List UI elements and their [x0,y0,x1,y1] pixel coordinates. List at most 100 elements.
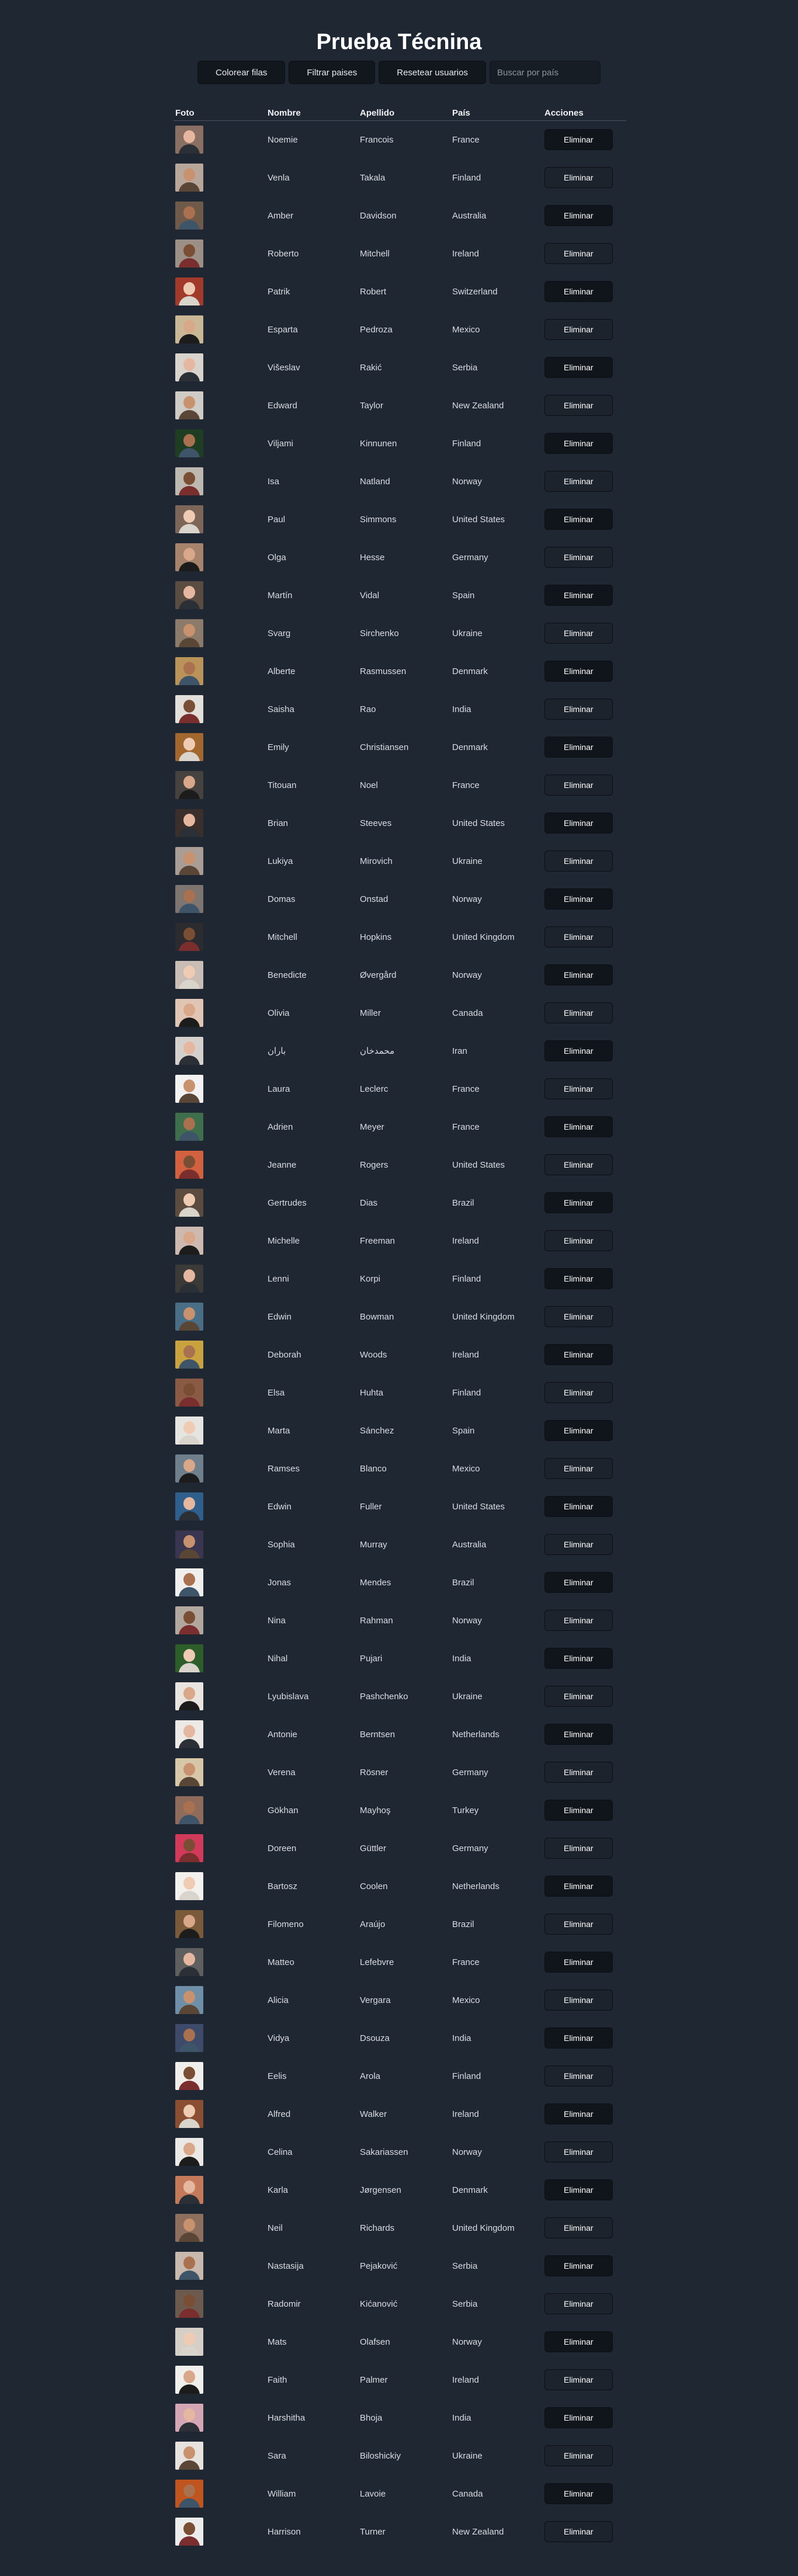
eliminar-button[interactable]: Eliminar [544,1192,613,1213]
avatar [175,2404,203,2432]
cell-pais: United Kingdom [452,932,515,942]
eliminar-button[interactable]: Eliminar [544,1078,613,1099]
eliminar-button[interactable]: Eliminar [544,357,613,378]
eliminar-button[interactable]: Eliminar [544,1572,613,1593]
eliminar-button[interactable]: Eliminar [544,964,613,985]
eliminar-button[interactable]: Eliminar [544,395,613,416]
eliminar-button[interactable]: Eliminar [544,1724,613,1745]
eliminar-button[interactable]: Eliminar [544,2103,613,2124]
eliminar-button[interactable]: Eliminar [544,1914,613,1935]
eliminar-button[interactable]: Eliminar [544,1610,613,1631]
eliminar-button[interactable]: Eliminar [544,2065,613,2087]
filtrar-paises-button[interactable]: Filtrar paises [289,61,376,84]
eliminar-button[interactable]: Eliminar [544,1458,613,1479]
cell-nombre: Isa [268,476,280,487]
eliminar-button[interactable]: Eliminar [544,2369,613,2390]
cell-nombre: Jeanne [268,1159,297,1170]
eliminar-button[interactable]: Eliminar [544,1344,613,1365]
eliminar-button[interactable]: Eliminar [544,471,613,492]
avatar-body-shape [179,2384,200,2394]
avatar-body-shape [179,2005,200,2014]
eliminar-button[interactable]: Eliminar [544,1838,613,1859]
eliminar-button[interactable]: Eliminar [544,281,613,302]
cell-nombre: Martín [268,590,293,600]
cell-pais: United States [452,1159,505,1170]
eliminar-button[interactable]: Eliminar [544,661,613,682]
colorear-filas-button[interactable]: Colorear filas [197,61,286,84]
resetear-usuarios-button[interactable]: Resetear usuarios [379,61,486,84]
table-row: Esparta Pedroza Mexico Eliminar [174,311,626,349]
avatar [175,353,203,381]
eliminar-button[interactable]: Eliminar [544,2483,613,2504]
eliminar-button[interactable]: Eliminar [544,926,613,947]
eliminar-button[interactable]: Eliminar [544,2179,613,2200]
eliminar-button[interactable]: Eliminar [544,129,613,151]
avatar [175,2480,203,2508]
cell-apellido: Sirchenko [360,628,399,638]
eliminar-button[interactable]: Eliminar [544,1230,613,1251]
eliminar-button[interactable]: Eliminar [544,205,613,226]
eliminar-button[interactable]: Eliminar [544,1800,613,1821]
table-row: Roberto Mitchell Ireland Eliminar [174,235,626,273]
eliminar-button[interactable]: Eliminar [544,2331,613,2352]
eliminar-button[interactable]: Eliminar [544,1876,613,1897]
eliminar-button[interactable]: Eliminar [544,1154,613,1175]
eliminar-button[interactable]: Eliminar [544,1420,613,1441]
eliminar-button[interactable]: Eliminar [544,1116,613,1137]
cell-apellido: Blanco [360,1463,387,1474]
eliminar-button[interactable]: Eliminar [544,813,613,834]
eliminar-button[interactable]: Eliminar [544,699,613,720]
cell-apellido: Turner [360,2526,386,2537]
eliminar-button[interactable]: Eliminar [544,1382,613,1403]
cell-acciones: Eliminar [543,2399,626,2437]
avatar-head-shape [183,2105,195,2117]
cell-pais: Brazil [452,1919,474,1929]
avatar-head-shape [183,1611,195,1624]
eliminar-button[interactable]: Eliminar [544,243,613,264]
cell-acciones: Eliminar [543,1412,626,1450]
eliminar-button[interactable]: Eliminar [544,547,613,568]
cell-pais: Switzerland [452,286,498,297]
eliminar-button[interactable]: Eliminar [544,585,613,606]
eliminar-button[interactable]: Eliminar [544,1002,613,1023]
eliminar-button[interactable]: Eliminar [544,2217,613,2238]
eliminar-button[interactable]: Eliminar [544,1686,613,1707]
cell-nombre: Titouan [268,780,297,790]
cell-apellido: Taylor [360,400,384,411]
avatar-head-shape [183,700,195,713]
eliminar-button[interactable]: Eliminar [544,509,613,530]
eliminar-button[interactable]: Eliminar [544,1534,613,1555]
table-row: Faith Palmer Ireland Eliminar [174,2361,626,2399]
eliminar-button[interactable]: Eliminar [544,888,613,909]
eliminar-button[interactable]: Eliminar [544,1990,613,2011]
eliminar-button[interactable]: Eliminar [544,433,613,454]
cell-foto [174,842,266,880]
eliminar-button[interactable]: Eliminar [544,2521,613,2542]
eliminar-button[interactable]: Eliminar [544,2293,613,2314]
eliminar-button[interactable]: Eliminar [544,850,613,872]
eliminar-button[interactable]: Eliminar [544,167,613,188]
eliminar-button[interactable]: Eliminar [544,1306,613,1327]
avatar-body-shape [179,372,200,381]
eliminar-button[interactable]: Eliminar [544,737,613,758]
eliminar-button[interactable]: Eliminar [544,1268,613,1289]
eliminar-button[interactable]: Eliminar [544,1762,613,1783]
eliminar-button[interactable]: Eliminar [544,623,613,644]
country-search-input[interactable] [489,61,601,84]
eliminar-button[interactable]: Eliminar [544,2255,613,2276]
table-row: Verena Rösner Germany Eliminar [174,1754,626,1792]
eliminar-button[interactable]: Eliminar [544,2445,613,2466]
eliminar-button[interactable]: Eliminar [544,775,613,796]
cell-acciones: Eliminar [543,121,626,159]
table-row: Sara Biloshickiy Ukraine Eliminar [174,2437,626,2475]
table-row: Olivia Miller Canada Eliminar [174,994,626,1032]
eliminar-button[interactable]: Eliminar [544,1040,613,1061]
eliminar-button[interactable]: Eliminar [544,1648,613,1669]
eliminar-button[interactable]: Eliminar [544,2407,613,2428]
eliminar-button[interactable]: Eliminar [544,1952,613,1973]
eliminar-button[interactable]: Eliminar [544,319,613,340]
cell-apellido: Christiansen [360,742,409,752]
eliminar-button[interactable]: Eliminar [544,1496,613,1517]
eliminar-button[interactable]: Eliminar [544,2028,613,2049]
eliminar-button[interactable]: Eliminar [544,2141,613,2162]
